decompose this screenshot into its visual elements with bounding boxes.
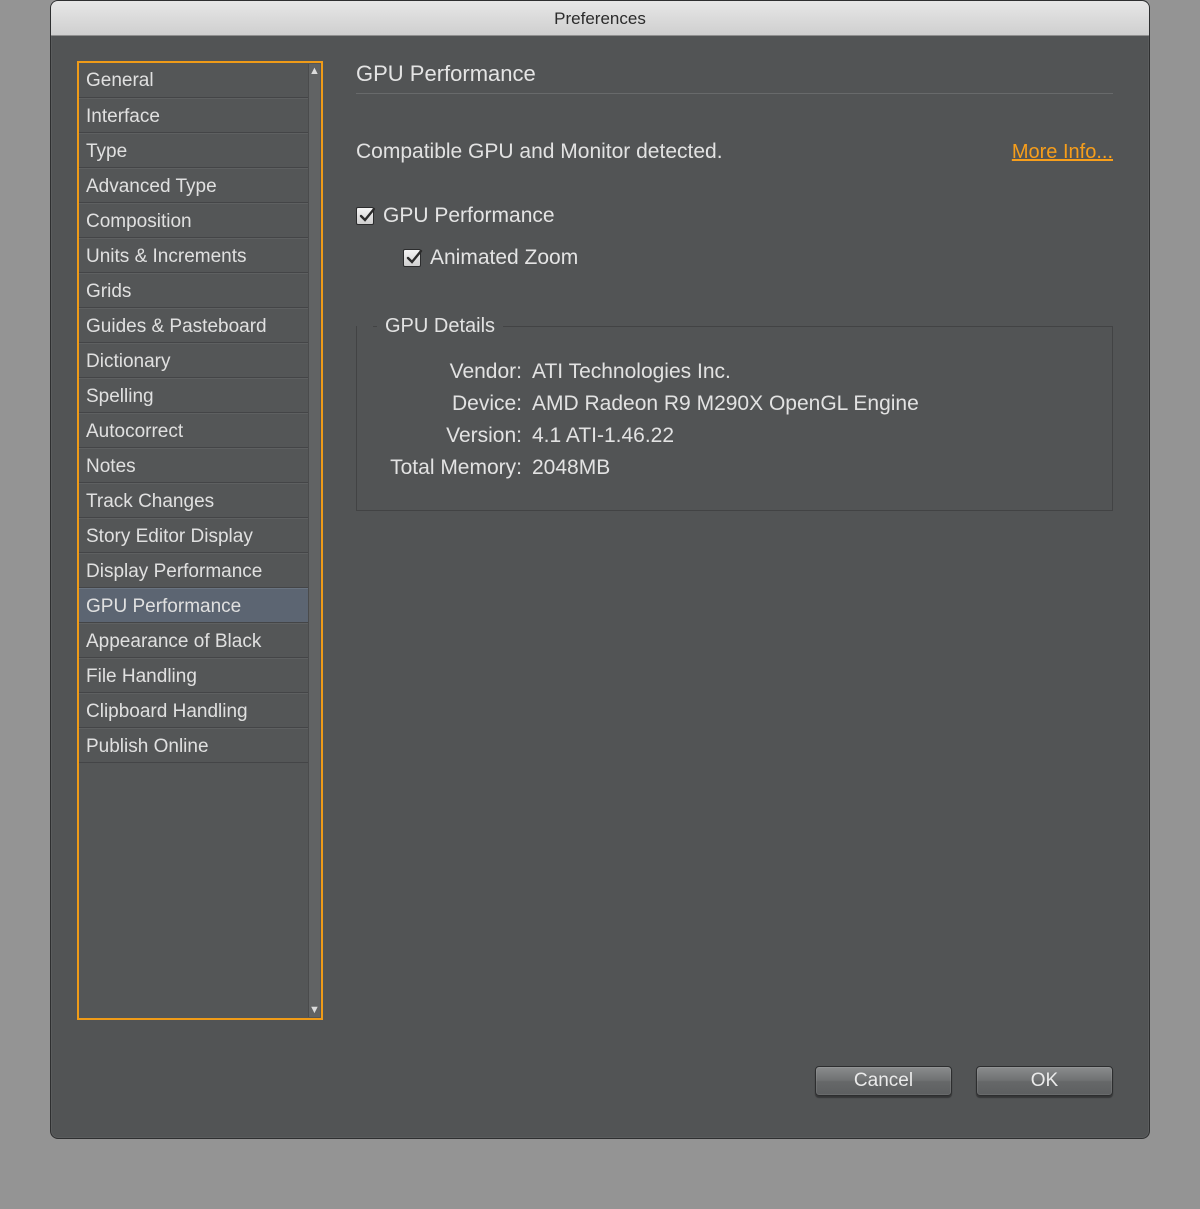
sidebar-item-interface[interactable]: Interface [79, 98, 311, 133]
main-panel: GPU Performance Compatible GPU and Monit… [356, 61, 1113, 511]
cancel-button[interactable]: Cancel [815, 1066, 952, 1096]
sidebar-item-clipboard-handling[interactable]: Clipboard Handling [79, 693, 311, 728]
window-title: Preferences [51, 1, 1149, 36]
animated-zoom-checkbox[interactable] [403, 249, 421, 267]
device-label: Device: [377, 392, 522, 416]
gpu-details-legend: GPU Details [377, 315, 503, 338]
gpu-performance-checkbox[interactable] [356, 207, 374, 225]
sidebar-item-guides-pasteboard[interactable]: Guides & Pasteboard [79, 308, 311, 343]
gpu-details-group: GPU Details Vendor: ATI Technologies Inc… [356, 326, 1113, 511]
sidebar-item-notes[interactable]: Notes [79, 448, 311, 483]
version-label: Version: [377, 424, 522, 448]
sidebar-item-story-editor-display[interactable]: Story Editor Display [79, 518, 311, 553]
sidebar-item-file-handling[interactable]: File Handling [79, 658, 311, 693]
sidebar-item-track-changes[interactable]: Track Changes [79, 483, 311, 518]
sidebar-item-general[interactable]: General [79, 63, 311, 98]
scroll-down-icon[interactable]: ▼ [309, 1003, 320, 1017]
sidebar-item-autocorrect[interactable]: Autocorrect [79, 413, 311, 448]
sidebar-item-display-performance[interactable]: Display Performance [79, 553, 311, 588]
scroll-up-icon[interactable]: ▲ [309, 64, 320, 78]
sidebar-item-spelling[interactable]: Spelling [79, 378, 311, 413]
vendor-label: Vendor: [377, 360, 522, 384]
category-sidebar: GeneralInterfaceTypeAdvanced TypeComposi… [77, 61, 323, 1020]
sidebar-item-grids[interactable]: Grids [79, 273, 311, 308]
total-memory-value: 2048MB [532, 456, 610, 480]
preferences-window: Preferences GeneralInterfaceTypeAdvanced… [50, 0, 1150, 1139]
total-memory-label: Total Memory: [377, 456, 522, 480]
more-info-link[interactable]: More Info... [1012, 141, 1113, 164]
sidebar-item-dictionary[interactable]: Dictionary [79, 343, 311, 378]
sidebar-item-units-increments[interactable]: Units & Increments [79, 238, 311, 273]
sidebar-item-type[interactable]: Type [79, 133, 311, 168]
vendor-value: ATI Technologies Inc. [532, 360, 731, 384]
animated-zoom-checkbox-label: Animated Zoom [430, 246, 578, 270]
dialog-button-row: Cancel OK [815, 1066, 1113, 1096]
version-value: 4.1 ATI-1.46.22 [532, 424, 674, 448]
gpu-detected-text: Compatible GPU and Monitor detected. [356, 140, 1012, 164]
gpu-performance-checkbox-label: GPU Performance [383, 204, 555, 228]
panel-title: GPU Performance [356, 61, 1113, 94]
device-value: AMD Radeon R9 M290X OpenGL Engine [532, 392, 919, 416]
sidebar-item-composition[interactable]: Composition [79, 203, 311, 238]
sidebar-item-gpu-performance[interactable]: GPU Performance [79, 588, 311, 623]
ok-button[interactable]: OK [976, 1066, 1113, 1096]
sidebar-item-publish-online[interactable]: Publish Online [79, 728, 311, 763]
sidebar-item-advanced-type[interactable]: Advanced Type [79, 168, 311, 203]
sidebar-item-appearance-of-black[interactable]: Appearance of Black [79, 623, 311, 658]
sidebar-scrollbar[interactable]: ▲ ▼ [308, 64, 320, 1017]
